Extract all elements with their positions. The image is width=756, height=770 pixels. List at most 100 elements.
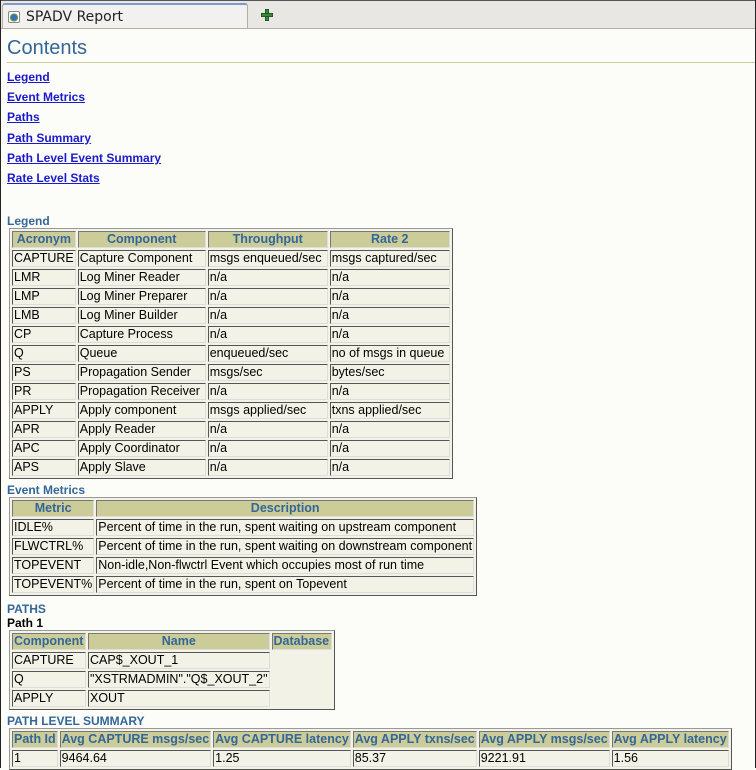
column-header: Avg APPLY latency [611, 731, 729, 749]
table-cell: n/a [207, 383, 328, 401]
table-cell: IDLE% [12, 519, 95, 537]
table-cell: n/a [207, 440, 328, 458]
table-cell: msgs captured/sec [329, 250, 450, 268]
table-of-contents: Legend Event Metrics Paths Path Summary … [7, 67, 749, 188]
contents-heading: Contents [7, 37, 755, 63]
table-cell: 1 [12, 750, 58, 768]
column-header: Database [271, 633, 332, 651]
table-cell: msgs applied/sec [207, 402, 328, 420]
table-cell: Apply component [77, 402, 206, 420]
tab-title: SPADV Report [26, 8, 123, 25]
table-cell: TOPEVENT [12, 557, 95, 575]
table-cell: Capture Process [77, 326, 206, 344]
table-cell: n/a [207, 459, 328, 477]
table-cell: n/a [329, 269, 450, 287]
column-header: Name [88, 633, 270, 651]
table-cell: Apply Reader [77, 421, 206, 439]
table-cell: 9464.64 [59, 750, 212, 768]
table-row: CAPTURE CAP$_XOUT_1 [12, 652, 332, 708]
column-header: Throughput [207, 231, 328, 249]
table-cell: n/a [207, 269, 328, 287]
table-row: APC Apply Coordinator n/a n/a [12, 440, 450, 458]
table-cell: Log Miner Reader [77, 269, 206, 287]
legend-heading: Legend [7, 214, 50, 229]
toc-link-legend[interactable]: Legend [7, 67, 749, 87]
table-cell: n/a [207, 307, 328, 325]
column-header: Acronym [12, 231, 76, 249]
table-row: FLWCTRL% Percent of time in the run, spen… [12, 538, 475, 556]
table-row: APS Apply Slave n/a n/a [12, 459, 450, 477]
table-cell: 85.37 [352, 750, 477, 768]
table-cell: bytes/sec [329, 364, 450, 382]
table-cell: FLWCTRL% [12, 538, 95, 556]
toc-link-path-level-event-summary[interactable]: Path Level Event Summary [7, 148, 749, 168]
legend-table: Acronym Component Throughput Rate 2 CAPTURE… [9, 228, 453, 480]
table-cell: txns applied/sec [329, 402, 450, 420]
table-cell: Queue [77, 345, 206, 363]
table-cell: n/a [207, 326, 328, 344]
table-cell: "XSTRMADMIN"."Q$_XOUT_2" [88, 671, 270, 689]
table-row: PR Propagation Receiver n/a n/a [12, 383, 450, 401]
column-header: Component [77, 231, 206, 249]
table-row: LMR Log Miner Reader n/a n/a [12, 269, 450, 287]
table-cell: Non-idle,Non-flwctrl Event which occupie… [96, 557, 475, 575]
table-cell: APR [12, 421, 76, 439]
table-cell: TOPEVENT% [12, 576, 95, 594]
table-cell: Log Miner Builder [77, 307, 206, 325]
column-header: Avg APPLY txns/sec [352, 731, 477, 749]
table-row: Q Queue enqueued/sec no of msgs in queue [12, 345, 450, 363]
table-cell: CP [12, 326, 76, 344]
table-cell: APC [12, 440, 76, 458]
table-cell: Q [12, 345, 76, 363]
table-cell: n/a [329, 288, 450, 306]
table-cell: Capture Component [77, 250, 206, 268]
table-cell: Propagation Receiver [77, 383, 206, 401]
paths-heading: PATHS [7, 602, 46, 617]
table-row: TOPEVENT Non-idle,Non-flwctrl Event which… [12, 557, 475, 575]
table-row: APPLY Apply component msgs applied/sec txns… [12, 402, 450, 420]
table-cell: enqueued/sec [207, 345, 328, 363]
column-header: Component [12, 633, 86, 651]
table-cell: n/a [329, 440, 450, 458]
table-cell: msgs/sec [207, 364, 328, 382]
path-level-summary-table: Path Id Avg CAPTURE msgs/sec Avg CAPTURE l… [9, 728, 732, 770]
path-label: Path 1 [7, 616, 44, 631]
table-row: PS Propagation Sender msgs/sec bytes/sec [12, 364, 450, 382]
table-cell: n/a [207, 288, 328, 306]
event-metrics-heading: Event Metrics [7, 483, 86, 498]
table-cell: LMB [12, 307, 76, 325]
page-icon [8, 10, 20, 23]
table-cell: CAP$_XOUT_1 [88, 652, 270, 670]
table-cell: APPLY [12, 402, 76, 420]
table-row: IDLE% Percent of time in the run, spent w… [12, 519, 475, 537]
toc-link-event-metrics[interactable]: Event Metrics [7, 87, 749, 107]
table-cell: LMP [12, 288, 76, 306]
toc-link-paths[interactable]: Paths [7, 107, 749, 127]
table-cell: APPLY [12, 690, 86, 708]
column-header: Avg CAPTURE latency [213, 731, 351, 749]
table-cell: Percent of time in the run, spent waitin… [96, 538, 475, 556]
table-cell: 9221.91 [478, 750, 610, 768]
table-cell: XOUT [88, 690, 270, 708]
table-cell: 1.56 [611, 750, 729, 768]
toc-link-path-summary[interactable]: Path Summary [7, 128, 749, 148]
toc-link-rate-level-stats[interactable]: Rate Level Stats [7, 168, 749, 188]
table-cell: n/a [207, 421, 328, 439]
table-cell: Percent of time in the run, spent on Top… [96, 576, 475, 594]
table-cell: Percent of time in the run, spent waitin… [96, 519, 475, 537]
plus-icon[interactable] [261, 9, 273, 21]
database-cell [271, 652, 332, 708]
tab-spadv-report[interactable]: SPADV Report [2, 3, 248, 28]
table-row: CP Capture Process n/a n/a [12, 326, 450, 344]
column-header: Metric [12, 500, 95, 518]
column-header: Avg APPLY msgs/sec [478, 731, 610, 749]
column-header: Rate 2 [329, 231, 450, 249]
table-row: LMB Log Miner Builder n/a n/a [12, 307, 450, 325]
table-cell: Log Miner Preparer [77, 288, 206, 306]
table-cell: CAPTURE [12, 652, 86, 670]
table-cell: msgs enqueued/sec [207, 250, 328, 268]
table-cell: Apply Coordinator [77, 440, 206, 458]
column-header: Path Id [12, 731, 58, 749]
table-cell: n/a [329, 307, 450, 325]
path-level-summary-heading: PATH LEVEL SUMMARY [7, 714, 145, 729]
